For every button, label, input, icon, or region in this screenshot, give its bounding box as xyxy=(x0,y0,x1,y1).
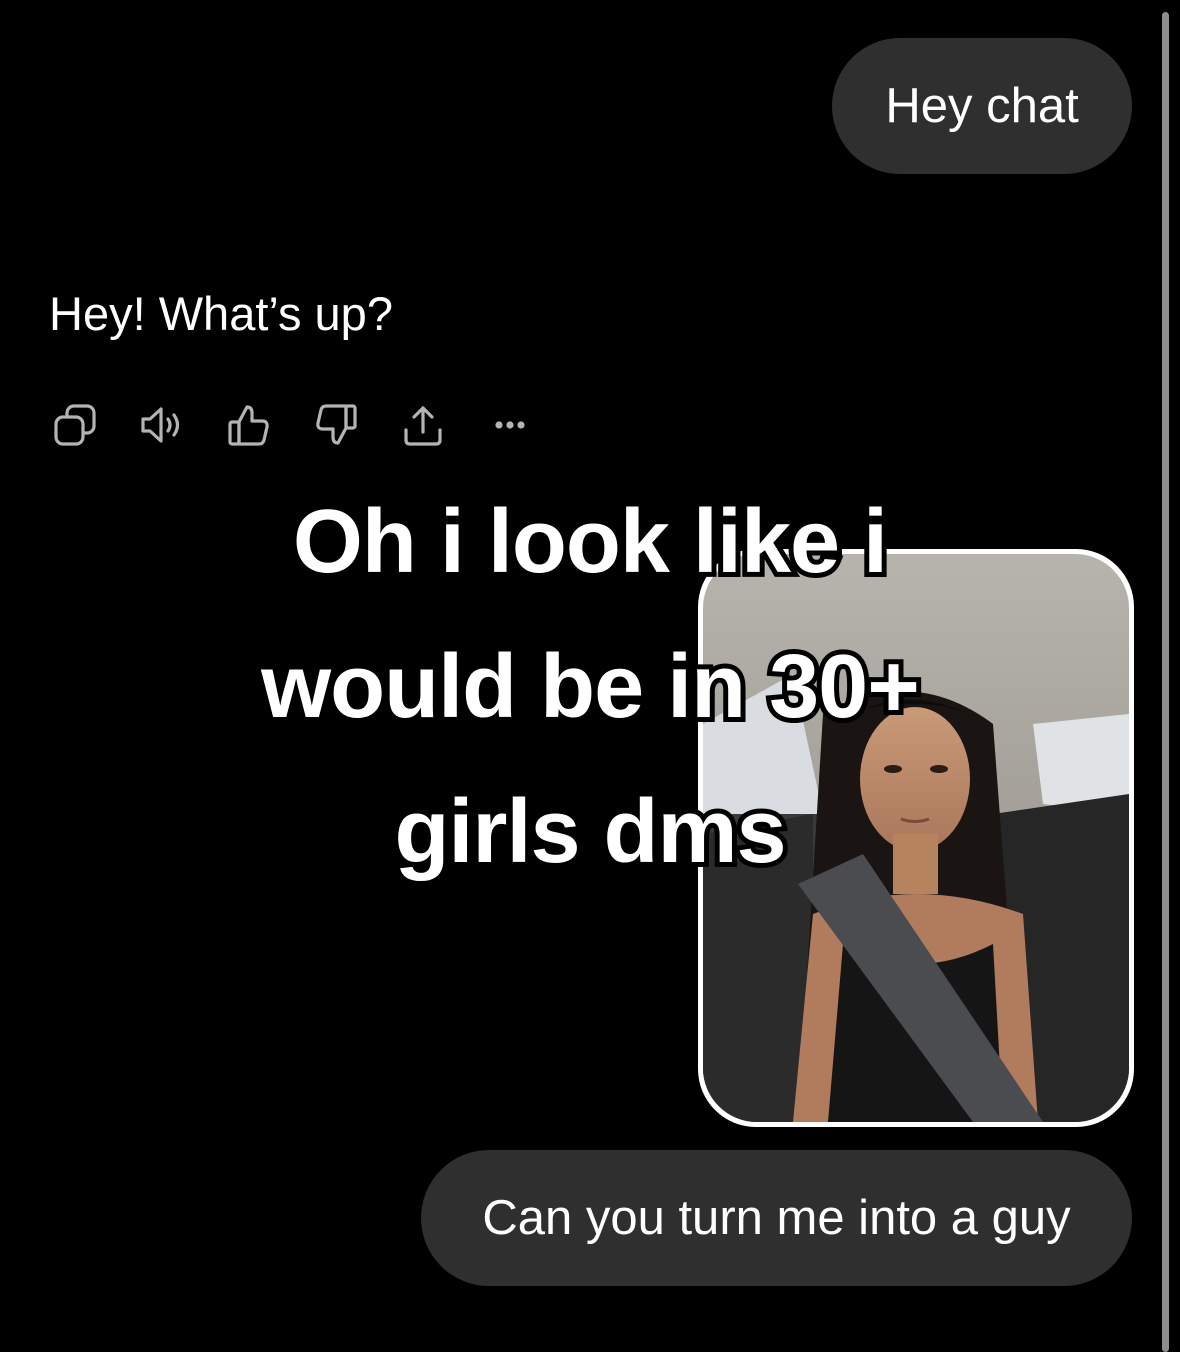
message-action-bar xyxy=(50,400,572,450)
user-message-text: Hey chat xyxy=(885,79,1079,133)
user-message-bubble: Hey chat xyxy=(832,38,1132,174)
caption-line-1: Oh i look like i xyxy=(288,487,893,597)
thumbs-down-icon[interactable] xyxy=(311,400,361,450)
thumbs-up-icon[interactable] xyxy=(224,400,274,450)
copy-icon[interactable] xyxy=(50,400,100,450)
user-message-text: Can you turn me into a guy xyxy=(482,1191,1071,1245)
share-icon[interactable] xyxy=(398,400,448,450)
assistant-message-text: Hey! What’s up? xyxy=(49,287,393,340)
overlay-caption: Oh i look like i would be in 30+ girls d… xyxy=(0,470,1180,905)
caption-line-3: girls dms xyxy=(389,777,791,887)
more-icon[interactable] xyxy=(485,400,535,450)
caption-line-2: would be in 30+ xyxy=(256,632,925,742)
read-aloud-icon[interactable] xyxy=(137,400,187,450)
user-message-bubble: Can you turn me into a guy xyxy=(421,1150,1132,1286)
